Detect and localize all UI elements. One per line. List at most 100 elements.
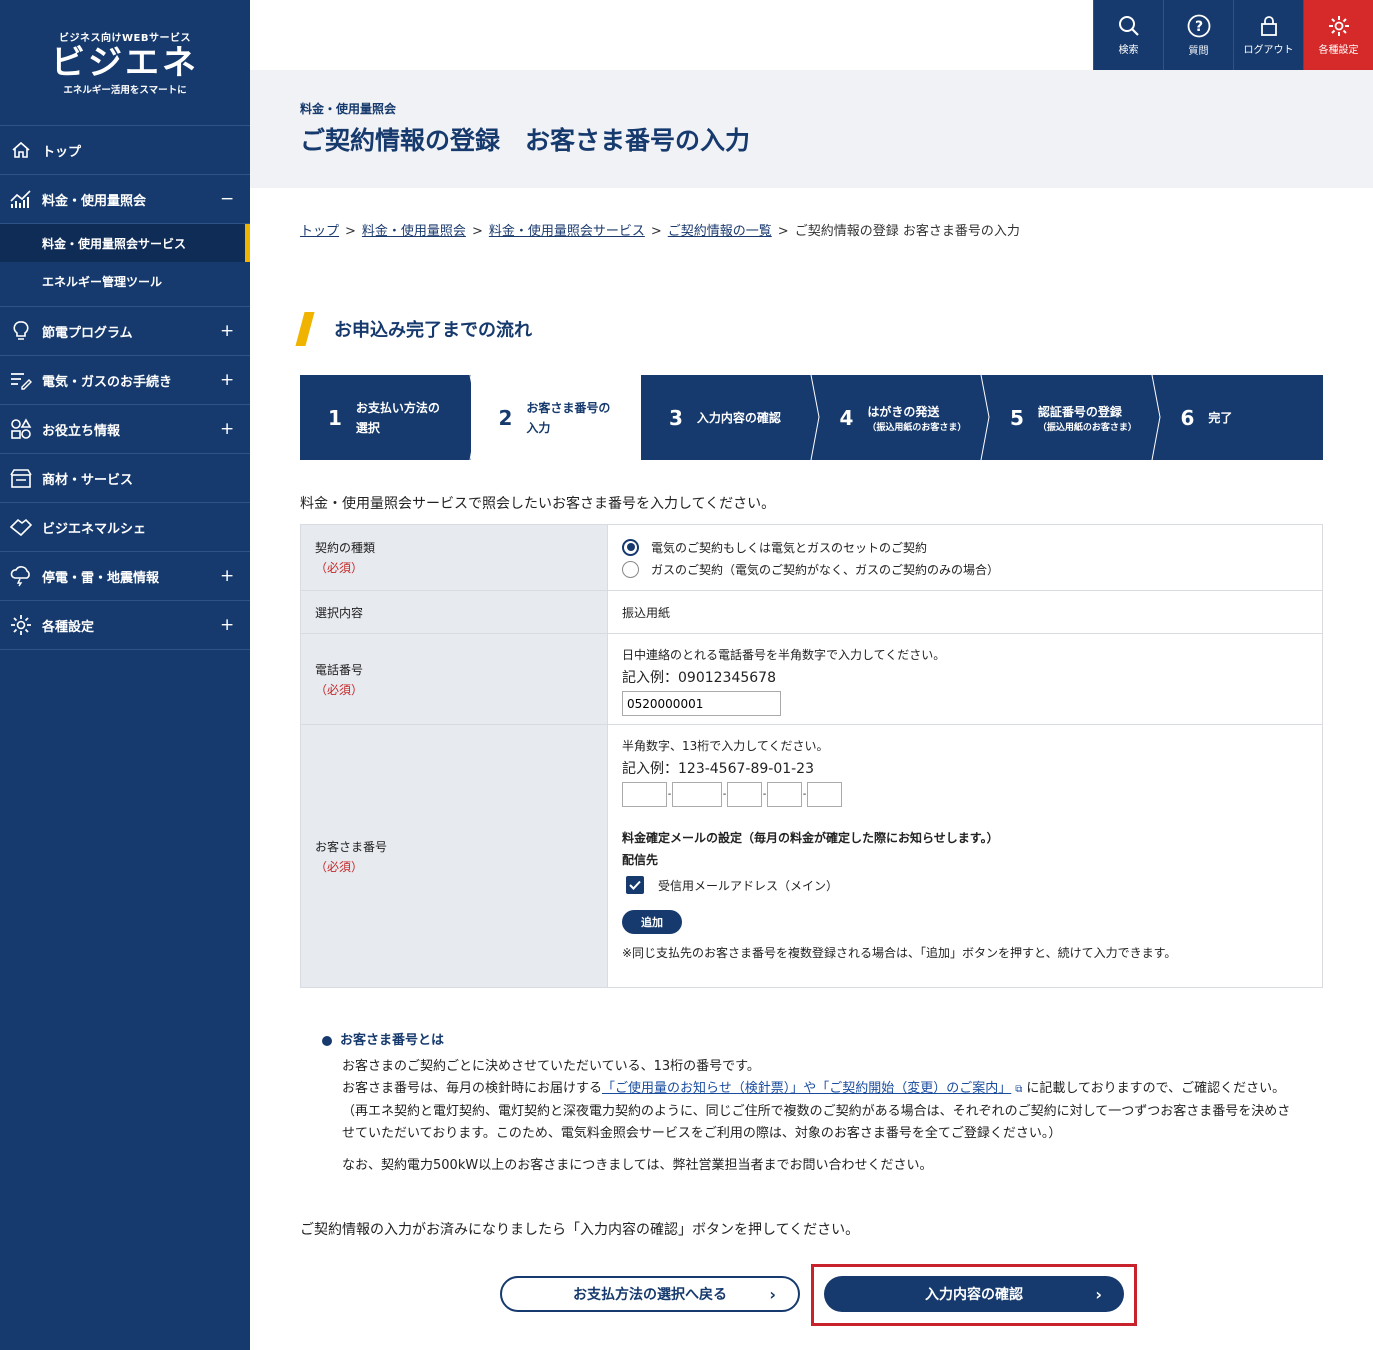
logo-tagline: エネルギー活用をスマートに: [63, 85, 187, 96]
flow-title: お申込み完了までの流れ: [334, 320, 532, 341]
confirm-button[interactable]: 入力内容の確認 ›: [824, 1276, 1124, 1312]
customer-number-part-3[interactable]: [727, 782, 762, 807]
radio-button-checked[interactable]: [622, 538, 639, 556]
logo-text: ビジエネ: [51, 43, 199, 83]
sidebar-item-billing[interactable]: 料金・使用量照会 −: [0, 175, 250, 224]
sidebar-item-label: ビジエネマルシェ: [42, 521, 147, 537]
info-p4: せていただいております。このため、電気料金照会サービスをご利用の際は、対象のお客…: [342, 1126, 1062, 1141]
sidebar-item-products[interactable]: 商材・サービス: [0, 454, 250, 503]
lightbulb-icon: [10, 320, 32, 342]
breadcrumb-contract-list[interactable]: ご契約情報の一覧: [668, 224, 772, 239]
sidebar-item-label: 商材・サービス: [42, 472, 134, 488]
gear-icon: [10, 614, 32, 636]
sidebar-item-label: 節電プログラム: [42, 325, 133, 341]
info-p1: お客さまのご契約ごとに決めさせていただいている、13桁の番号です。: [342, 1059, 760, 1074]
customer-number-part-2[interactable]: [672, 782, 722, 807]
expand-icon[interactable]: +: [220, 419, 234, 439]
page-title: ご契約情報の登録 お客さま番号の入力: [300, 126, 751, 155]
sidebar-item-outage-info[interactable]: 停電・雷・地震情報 +: [0, 552, 250, 601]
customer-number-part-4[interactable]: [767, 782, 802, 807]
customer-number-label: お客さま番号: [315, 839, 388, 854]
external-link-icon: ⧉: [1015, 1084, 1023, 1095]
breadcrumb-billing[interactable]: 料金・使用量照会: [362, 224, 466, 239]
step-1: 1 お支払い方法の 選択: [300, 375, 479, 460]
sidebar-submenu: 料金・使用量照会サービス エネルギー管理ツール: [0, 224, 250, 307]
customer-number-part-1[interactable]: [622, 782, 667, 807]
sidebar-subitem-billing-service[interactable]: 料金・使用量照会サービス: [0, 224, 250, 262]
mail-checkbox-row[interactable]: 受信用メールアドレス（メイン）: [622, 876, 1308, 894]
radio-gas[interactable]: ガスのご契約（電気のご契約がなく、ガスのご契約のみの場合）: [622, 558, 1308, 580]
help-button[interactable]: ? 質問: [1163, 0, 1233, 70]
sidebar-item-marche[interactable]: ビジエネマルシェ: [0, 503, 250, 552]
sidebar-item-settings[interactable]: 各種設定 +: [0, 601, 250, 650]
chevron-right-icon: ›: [769, 1284, 776, 1304]
info-p3: （再エネ契約と電灯契約、電灯契約と深夜電力契約のように、同じご住所で複数のご契約…: [342, 1104, 1291, 1119]
handshake-icon: [10, 516, 32, 538]
page-header: 料金・使用量照会 ご契約情報の登録 お客さま番号の入力: [250, 70, 1373, 188]
row-contract-type: 契約の種類 （必須） 電気のご契約もしくは電気とガスのセットのご契約 ガスのご契…: [301, 525, 1322, 591]
required-mark: （必須）: [315, 682, 364, 697]
search-icon: [1118, 15, 1139, 36]
expand-icon[interactable]: +: [220, 615, 234, 635]
logout-button[interactable]: ログアウト: [1233, 0, 1303, 70]
meter-reading-link[interactable]: 「ご使用量のお知らせ（検針票）」や「ご契約開始（変更）のご案内」: [602, 1081, 1011, 1096]
row-selection: 選択内容 振込用紙: [301, 591, 1322, 634]
search-button[interactable]: 検索: [1093, 0, 1163, 70]
info-title: お客さま番号とは: [340, 1033, 445, 1048]
breadcrumb-current: ご契約情報の登録 お客さま番号の入力: [794, 224, 1020, 239]
chevron-right-icon: ›: [1095, 1284, 1102, 1304]
sidebar-item-top[interactable]: トップ: [0, 126, 250, 175]
step-indicator: 1 お支払い方法の 選択 2 お客さま番号の 入力 3 入力内容の確認 4 はがきの…: [300, 375, 1323, 460]
sidebar-item-label: 料金・使用量照会: [42, 193, 147, 209]
phone-hint: 日中連絡のとれる電話番号を半角数字で入力してください。: [622, 648, 946, 662]
selection-value: 振込用紙: [622, 605, 671, 620]
sidebar-item-label: 停電・雷・地震情報: [42, 570, 160, 586]
flow-section-title: お申込み完了までの流れ: [295, 312, 532, 346]
add-note: ※同じ支払先のお客さま番号を複数登録される場合は、「追加」ボタンを押すと、続けて…: [622, 946, 1177, 960]
expand-icon[interactable]: +: [220, 566, 234, 586]
intro-text: 料金・使用量照会サービスで照会したいお客さま番号を入力してください。: [300, 496, 776, 512]
expand-icon[interactable]: +: [220, 321, 234, 341]
lock-icon: [1260, 15, 1277, 36]
radio-button[interactable]: [622, 560, 639, 578]
customer-number-part-5[interactable]: [807, 782, 842, 807]
customer-number-info: お客さま番号とは お客さまのご契約ごとに決めさせていただいている、13桁の番号で…: [322, 1030, 1312, 1177]
phone-label: 電話番号: [315, 662, 364, 677]
radio-electric[interactable]: 電気のご契約もしくは電気とガスのセットのご契約: [622, 536, 1308, 558]
sidebar-item-saving-program[interactable]: 節電プログラム +: [0, 307, 250, 356]
shop-icon: [10, 467, 32, 489]
svg-text:?: ?: [1194, 19, 1202, 35]
step-6: 6 完了: [1180, 405, 1233, 430]
home-icon: [10, 139, 32, 161]
storm-icon: [10, 565, 32, 587]
expand-icon[interactable]: +: [220, 370, 234, 390]
accent-bar: [295, 312, 315, 346]
row-customer-number: お客さま番号 （必須） 半角数字、13桁で入力してください。 記入例：123-4…: [301, 725, 1322, 987]
step-5: 5 認証番号の登録 （振込用紙のお客さま）: [982, 375, 1161, 460]
collapse-icon[interactable]: −: [220, 189, 234, 209]
sidebar-item-label: お役立ち情報: [42, 423, 121, 439]
top-toolbar: 検索 ? 質問 ログアウト 各種設定: [1093, 0, 1373, 70]
breadcrumb: トップ > 料金・使用量照会 > 料金・使用量照会サービス > ご契約情報の一覧 > ご契約情報…: [300, 224, 1020, 239]
required-mark: （必須）: [315, 859, 364, 874]
step-2-current: 2 お客さま番号の 入力: [470, 375, 641, 460]
phone-example: 記入例：09012345678: [622, 670, 776, 686]
question-icon: ?: [1187, 14, 1210, 37]
sidebar-item-label: 電気・ガスのお手続き: [42, 374, 173, 390]
sidebar-item-useful-info[interactable]: お役立ち情報 +: [0, 405, 250, 454]
customer-number-fields: - - - -: [622, 782, 1308, 807]
shapes-icon: [10, 418, 32, 440]
phone-input[interactable]: [622, 691, 781, 716]
sidebar-item-procedures[interactable]: 電気・ガスのお手続き +: [0, 356, 250, 405]
customer-number-hint: 半角数字、13桁で入力してください。: [622, 739, 829, 753]
breadcrumb-top[interactable]: トップ: [300, 224, 339, 239]
breadcrumb-billing-service[interactable]: 料金・使用量照会サービス: [489, 224, 645, 239]
chart-icon: [10, 188, 32, 210]
sidebar-subitem-energy-tool[interactable]: エネルギー管理ツール: [0, 262, 250, 300]
add-button[interactable]: 追加: [622, 910, 682, 934]
checkbox-checked[interactable]: [626, 876, 644, 894]
back-button[interactable]: お支払方法の選択へ戻る ›: [500, 1276, 800, 1312]
step-4: 4 はがきの発送 （振込用紙のお客さま）: [812, 375, 990, 460]
settings-button[interactable]: 各種設定: [1303, 0, 1373, 70]
logo[interactable]: ビジネス向けWEBサービス ビジエネ エネルギー活用をスマートに: [0, 0, 250, 126]
